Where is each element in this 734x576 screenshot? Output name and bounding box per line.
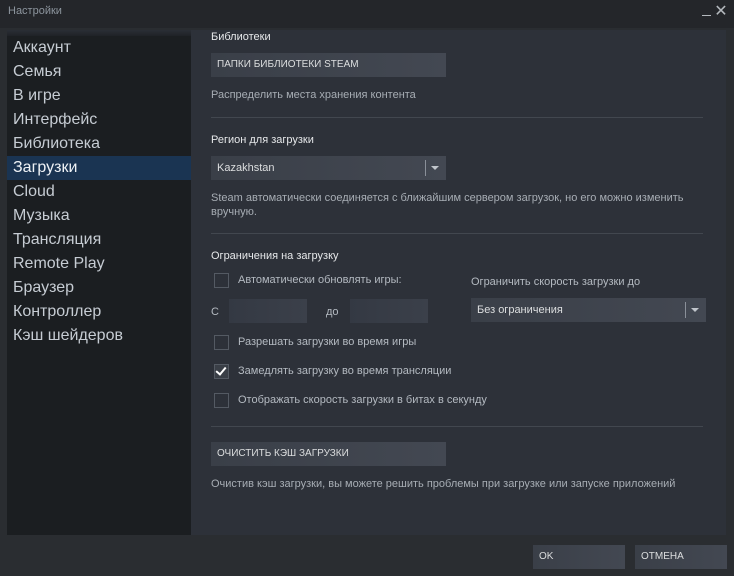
window-title: Настройки [8,5,62,17]
sidebar-item-0[interactable]: Аккаунт [7,36,191,60]
close-icon[interactable]: ✕ [713,2,729,22]
clear-download-cache-button[interactable]: ОЧИСТИТЬ КЭШ ЗАГРУЗКИ [211,442,446,466]
speed-limit-value: Без ограничения [477,304,563,316]
settings-sidebar: Аккаунт Семья В игре Интерфейс Библиотека Заг… [7,30,191,535]
cache-description: Очистив кэш загрузки, вы можете решить п… [211,478,676,490]
display-bits-per-second-checkbox[interactable] [214,393,229,408]
allow-downloads-during-gameplay-label[interactable]: Разрешать загрузки во время игры [238,336,416,348]
dropdown-separator [425,160,426,176]
restrictions-section-title: Ограничения на загрузку [211,250,339,262]
auto-update-to-input[interactable] [350,299,428,323]
from-label: С [211,306,219,318]
steam-library-folders-button[interactable]: ПАПКИ БИБЛИОТЕКИ STEAM [211,53,446,77]
throttle-during-streaming-label[interactable]: Замедлять загрузку во время трансляции [238,365,451,377]
title-bar: Настройки ✕ [0,0,734,28]
sidebar-item-8[interactable]: Трансляция [7,228,191,252]
sidebar-item-4[interactable]: Библиотека [7,132,191,156]
chevron-down-icon [691,308,699,312]
auto-update-from-input[interactable] [229,299,307,323]
speed-limit-label: Ограничить скорость загрузки до [471,276,641,288]
downloads-settings-panel: Библиотеки ПАПКИ БИБЛИОТЕКИ STEAM Распре… [191,30,726,535]
auto-update-checkbox[interactable] [214,273,229,288]
auto-update-label[interactable]: Автоматически обновлять игры: [238,274,402,286]
speed-limit-dropdown[interactable]: Без ограничения [471,298,706,322]
section-divider [211,117,703,118]
checkmark-icon [215,364,227,376]
sidebar-nav-list: Аккаунт Семья В игре Интерфейс Библиотека Заг… [7,36,191,348]
section-divider [211,233,703,234]
dropdown-separator [685,302,686,318]
to-label: до [326,306,339,318]
sidebar-item-6[interactable]: Cloud [7,180,191,204]
libraries-section-title: Библиотеки [211,31,271,43]
region-section-title: Регион для загрузки [211,134,314,146]
sidebar-item-11[interactable]: Контроллер [7,300,191,324]
sidebar-item-9[interactable]: Remote Play [7,252,191,276]
sidebar-item-1[interactable]: Семья [7,60,191,84]
sidebar-item-12[interactable]: Кэш шейдеров [7,324,191,348]
allow-downloads-during-gameplay-checkbox[interactable] [214,335,229,350]
download-region-value: Kazakhstan [217,162,275,174]
ok-button[interactable]: OK [533,545,625,569]
throttle-during-streaming-checkbox[interactable] [214,364,229,379]
sidebar-item-2[interactable]: В игре [7,84,191,108]
sidebar-item-3[interactable]: Интерфейс [7,108,191,132]
download-region-dropdown[interactable]: Kazakhstan [211,156,446,180]
region-description: Steam автоматически соединяется с ближай… [211,192,684,218]
display-bits-per-second-label[interactable]: Отображать скорость загрузки в битах в с… [238,394,487,406]
sidebar-item-5[interactable]: Загрузки [7,156,191,180]
sidebar-item-7[interactable]: Музыка [7,204,191,228]
cancel-button[interactable]: ОТМЕНА [635,545,727,569]
libraries-description: Распределить места хранения контента [211,89,416,101]
sidebar-item-10[interactable]: Браузер [7,276,191,300]
chevron-down-icon [431,166,439,170]
section-divider [211,426,703,427]
